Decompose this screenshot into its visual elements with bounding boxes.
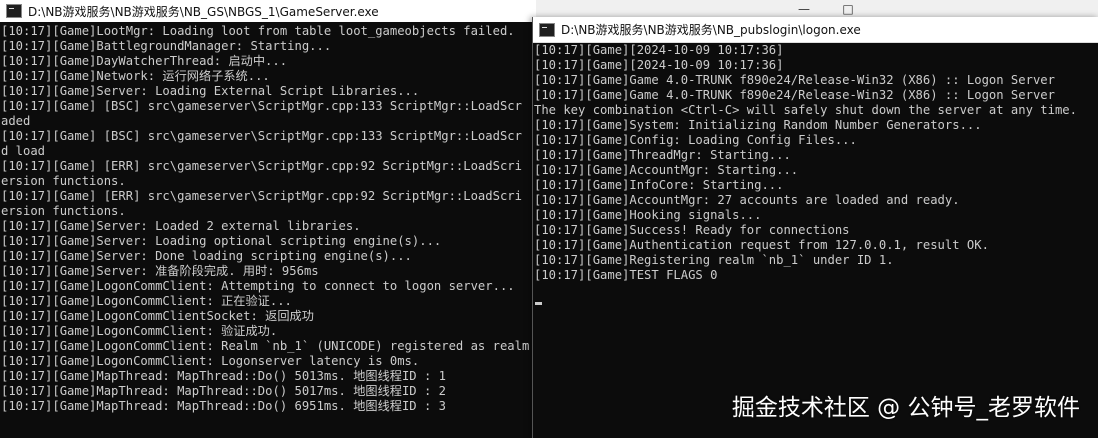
logon-console-output[interactable]: [10:17][Game][2024-10-09 10:17:36] [10:17…: [533, 43, 1098, 438]
logon-window-title: D:\NB游戏服务\NB游戏服务\NB_pubslogin\logon.exe: [561, 23, 861, 37]
console-line: [10:17][Game]Server: Loading optional sc…: [1, 234, 442, 248]
console-line: [10:17][Game]LootMgr: Loading loot from …: [1, 24, 515, 38]
console-line: [10:17][Game] [BSC] src\gameserver\Scrip…: [1, 129, 522, 143]
console-line: [10:17][Game]TEST FLAGS 0: [534, 268, 718, 282]
console-line: d load: [1, 144, 46, 158]
gameserver-console-output[interactable]: [10:17][Game]LootMgr: Loading loot from …: [0, 24, 536, 438]
console-line: [10:17][Game]Server: Loading External Sc…: [1, 84, 420, 98]
console-line: [10:17][Game]LogonCommClient: 正在验证...: [1, 294, 292, 308]
console-line: [10:17][Game]Game 4.0-TRUNK f890e24/Rele…: [534, 73, 1055, 87]
console-line: aded: [1, 114, 31, 128]
console-line: [10:17][Game]System: Initializing Random…: [534, 118, 982, 132]
watermark-text: 掘金技术社区 @ 公钟号_老罗软件: [731, 395, 1080, 421]
maximize-button[interactable]: □: [828, 0, 868, 17]
console-line: [10:17][Game]ThreadMgr: Starting...: [534, 148, 791, 162]
console-line: [10:17][Game]Hooking signals...: [534, 208, 762, 222]
console-line: The key combination <Ctrl-C> will safely…: [534, 103, 1077, 117]
console-line: [10:17][Game] [ERR] src\gameserver\Scrip…: [1, 159, 522, 173]
console-line: [10:17][Game] [BSC] src\gameserver\Scrip…: [1, 99, 522, 113]
console-line: [10:17][Game]LogonCommClient: Realm `nb_…: [1, 339, 530, 353]
gameserver-console-window[interactable]: D:\NB游戏服务\NB游戏服务\NB_GS\NBGS_1\GameServer…: [0, 0, 536, 438]
console-line: ersion functions.: [1, 174, 126, 188]
gameserver-window-title: D:\NB游戏服务\NB游戏服务\NB_GS\NBGS_1\GameServer…: [28, 4, 379, 19]
console-line: [10:17][Game]LogonCommClientSocket: 返回成功: [1, 309, 314, 323]
minimize-button[interactable]: —: [784, 0, 824, 17]
console-line: [10:17][Game][2024-10-09 10:17:36]: [534, 43, 784, 57]
console-line: [10:17][Game]AccountMgr: Starting...: [534, 163, 799, 177]
console-line: [10:17][Game]MapThread: MapThread::Do() …: [1, 399, 446, 413]
logon-title-bar[interactable]: D:\NB游戏服务\NB游戏服务\NB_pubslogin\logon.exe: [533, 17, 1098, 43]
console-line: [10:17][Game]LogonCommClient: Logonserve…: [1, 354, 420, 368]
console-line: [10:17][Game]Server: Loaded 2 external l…: [1, 219, 361, 233]
gameserver-title-bar[interactable]: D:\NB游戏服务\NB游戏服务\NB_GS\NBGS_1\GameServer…: [0, 0, 536, 22]
console-line: [10:17][Game]Network: 运行网络子系统...: [1, 69, 270, 83]
console-line: [10:17][Game]BattlegroundManager: Starti…: [1, 39, 332, 53]
console-line: [10:17][Game]InfoCore: Starting...: [534, 178, 784, 192]
console-line: [10:17][Game]LogonCommClient: Attempting…: [1, 279, 515, 293]
console-line: ersion functions.: [1, 204, 126, 218]
console-line: [10:17][Game]Success! Ready for connecti…: [534, 223, 850, 237]
console-app-icon: [539, 22, 555, 37]
logon-console-window[interactable]: D:\NB游戏服务\NB游戏服务\NB_pubslogin\logon.exe …: [532, 17, 1098, 438]
console-line: [10:17][Game]MapThread: MapThread::Do() …: [1, 369, 446, 383]
console-line: [10:17][Game]Game 4.0-TRUNK f890e24/Rele…: [534, 88, 1055, 102]
console-line: [10:17][Game]DayWatcherThread: 启动中...: [1, 54, 288, 68]
console-line: [10:17][Game]Server: Done loading script…: [1, 249, 412, 263]
console-line: [10:17][Game]Registering realm `nb_1` un…: [534, 253, 894, 267]
console-line: [10:17][Game][2024-10-09 10:17:36]: [534, 58, 784, 72]
text-cursor: [535, 302, 542, 305]
console-app-icon: [6, 4, 22, 18]
console-line: [10:17][Game]Authentication request from…: [534, 238, 989, 252]
console-line: [10:17][Game] [ERR] src\gameserver\Scrip…: [1, 189, 522, 203]
console-line: [10:17][Game]Server: 准备阶段完成. 用时: 956ms: [1, 264, 319, 278]
console-line: [10:17][Game]LogonCommClient: 验证成功.: [1, 324, 278, 338]
console-line: [10:17][Game]MapThread: MapThread::Do() …: [1, 384, 446, 398]
console-line: [10:17][Game]Config: Loading Config File…: [534, 133, 857, 147]
console-line: [10:17][Game]AccountMgr: 27 accounts are…: [534, 193, 960, 207]
